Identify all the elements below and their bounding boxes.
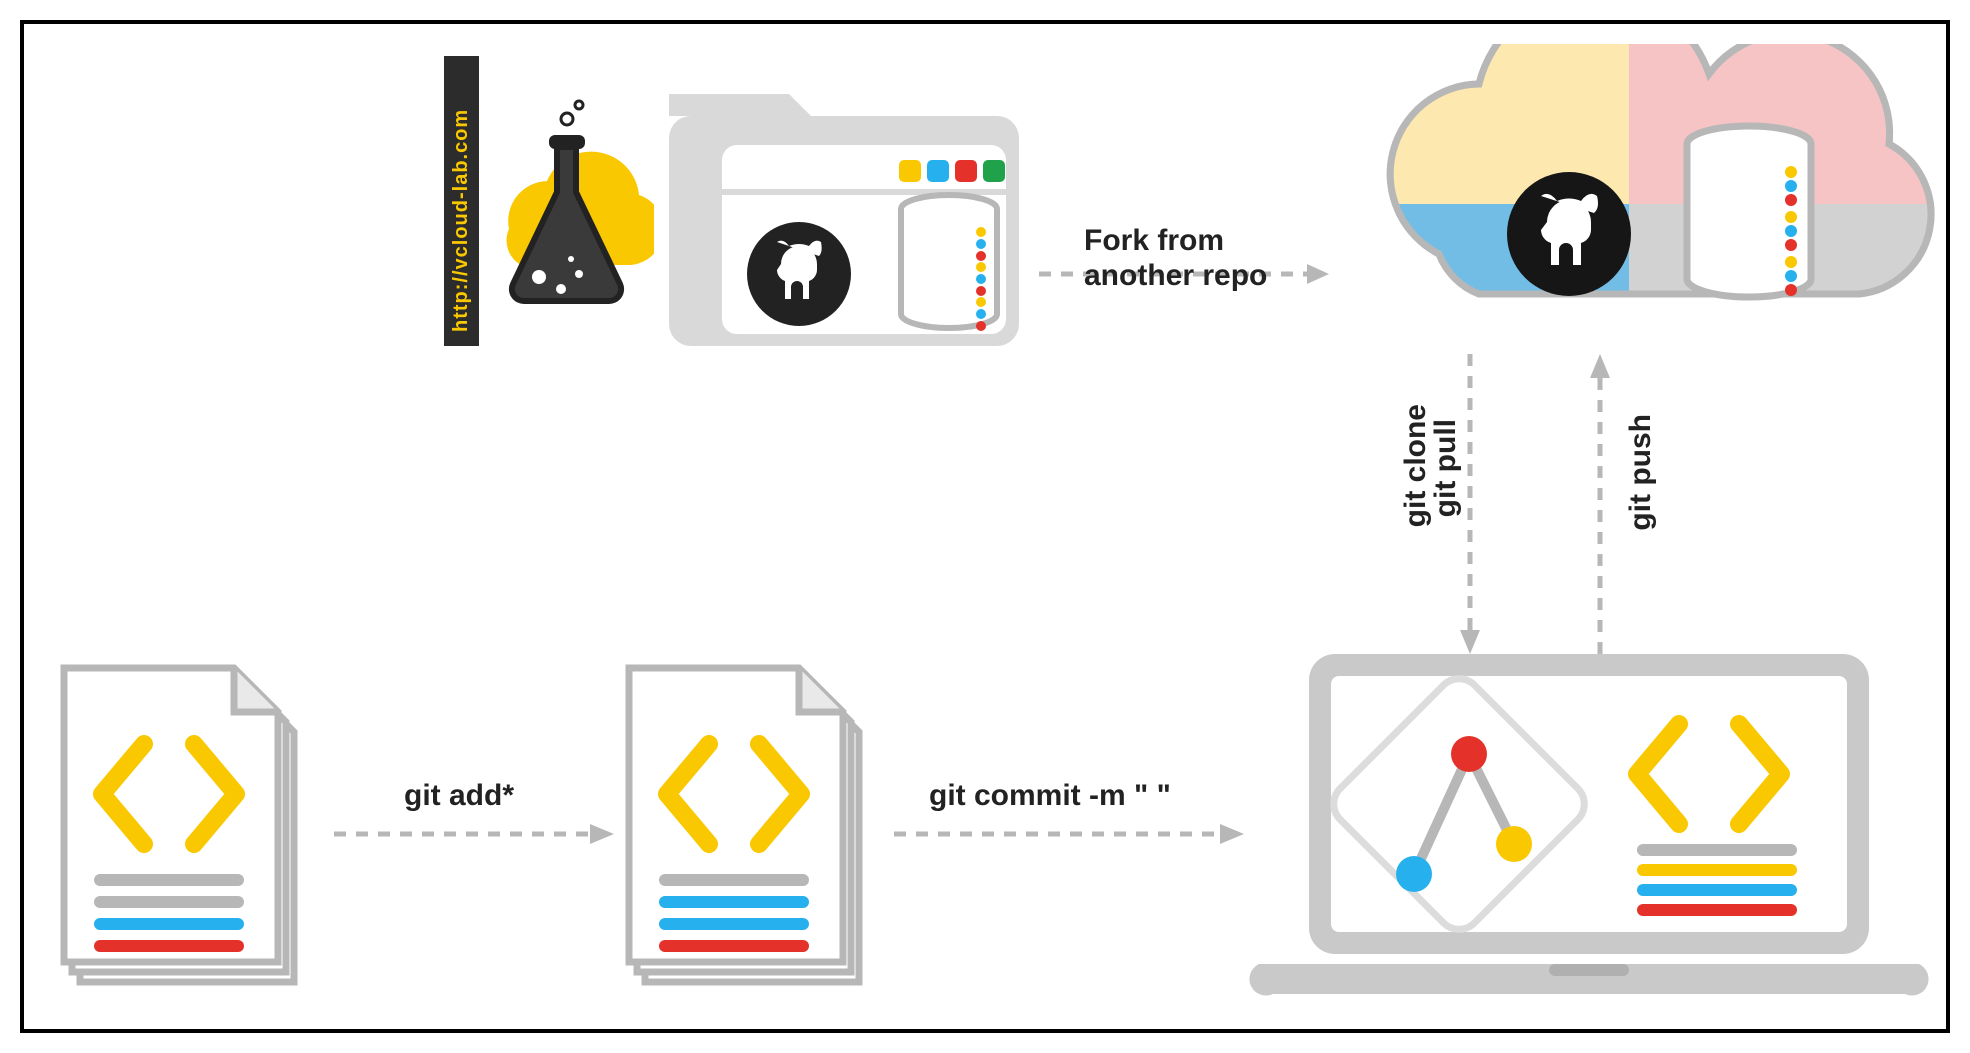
github-icon [747,222,851,326]
file-working-copy [54,644,334,994]
brand-url-text: http://vcloud-lab.com [450,109,472,332]
database-icon [1687,126,1811,297]
arrow-git-commit [894,814,1244,854]
source-repo-folder [649,64,1039,364]
laptop-local-repo [1249,644,1929,1014]
lab-logo [479,99,654,329]
label-fork: Fork from another repo [1084,224,1267,293]
label-git-add: git add* [404,779,514,814]
github-icon [1507,172,1631,296]
label-git-push: git push [1624,414,1659,531]
label-git-pull: git pull [1429,419,1464,517]
cloud-remote-repo [1319,44,1939,364]
database-icon [901,195,997,331]
arrow-push [1580,354,1620,654]
arrow-git-add [334,814,614,854]
label-git-commit: git commit -m " " [929,779,1171,814]
file-staged [619,644,899,994]
brand-url-strip: http://vcloud-lab.com [444,56,479,346]
diagram-canvas: http://vcloud-lab.com [20,20,1950,1033]
